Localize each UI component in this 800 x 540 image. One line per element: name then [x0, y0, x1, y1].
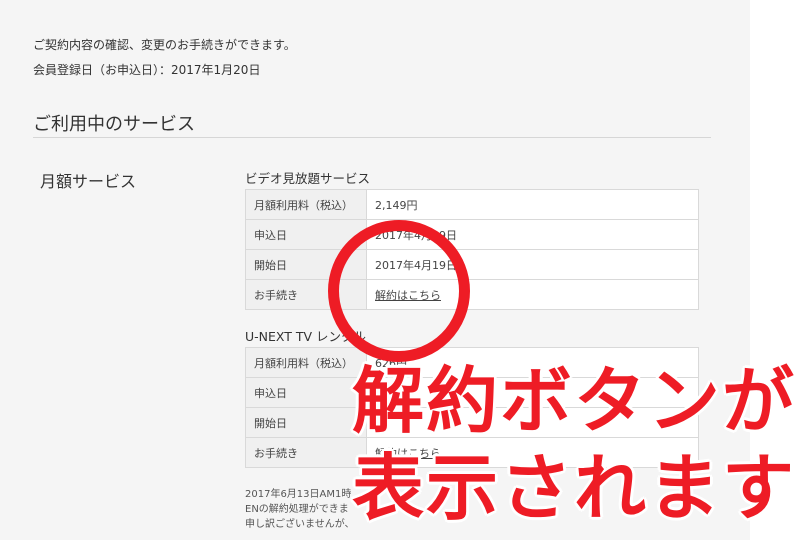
table-row: お手続き 解約はこちら [245, 279, 699, 310]
notice-line-1: 2017年6月13日AM1時 [245, 489, 352, 500]
intro-description: ご契約内容の確認、変更のお手続きができます。 [33, 38, 296, 52]
row-label: 月額利用料（税込） [245, 347, 367, 378]
row-value: 2,149円 [366, 189, 699, 220]
highlight-circle [328, 220, 470, 362]
overlay-caption-line-2: 表示されます [352, 446, 797, 530]
row-label: 開始日 [245, 407, 367, 438]
registration-date: 会員登録日（お申込日）：2017年1月20日 [33, 63, 261, 77]
table-row: 月額利用料（税込） 2,149円 [245, 189, 699, 220]
service-title-video: ビデオ見放題サービス [245, 171, 371, 186]
row-label: 月額利用料（税込） [245, 189, 367, 220]
category-label: 月額サービス [40, 172, 137, 191]
table-row: 開始日 2017年4月19日 [245, 249, 699, 280]
table-row: 申込日 2017年4月19日 [245, 219, 699, 250]
overlay-caption-line-1: 解約ボタンが [352, 359, 797, 443]
row-label: お手続き [245, 437, 367, 468]
notice-line-3: 申し訳ございませんが、 [245, 519, 355, 530]
section-title: ご利用中のサービス [33, 114, 195, 135]
notice-line-2: ENの解約処理ができま [245, 504, 349, 515]
row-label: 申込日 [245, 377, 367, 408]
section-divider [33, 137, 711, 138]
service-table-video: 月額利用料（税込） 2,149円 申込日 2017年4月19日 開始日 2017… [245, 189, 699, 310]
